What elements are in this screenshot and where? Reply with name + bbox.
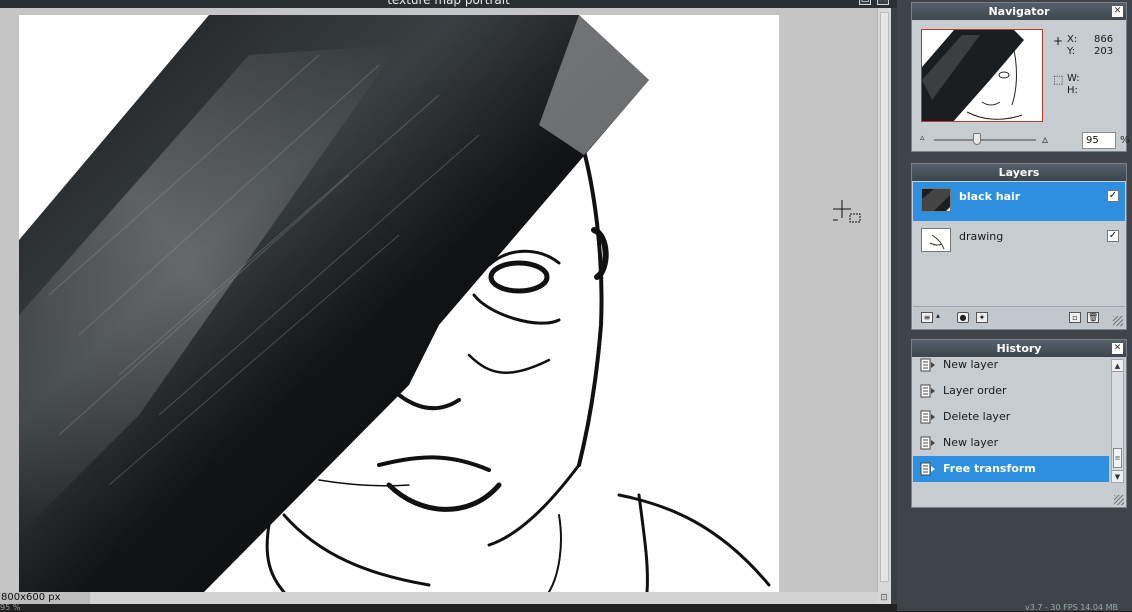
scroll-thumb[interactable] [880,12,889,582]
zoom-unit: % [1120,135,1130,146]
document-titlebar[interactable]: texture map portrait □ ✕ [0,0,897,8]
history-item-selected[interactable]: Free transform [913,456,1109,482]
history-step-icon [920,410,935,424]
zoom-controls: ▵ ▵ 95 % [920,131,1130,149]
image-canvas[interactable] [19,15,779,592]
close-button[interactable]: ✕ [877,0,889,5]
delete-layer-icon[interactable]: 🗑 [1087,312,1099,323]
history-item-label: New layer [943,358,999,371]
resize-corner[interactable]: ⊡ [877,592,891,604]
document-window: texture map portrait □ ✕ [0,0,897,611]
nav-w-label: W: [1067,73,1080,84]
scroll-up-icon[interactable]: ▲ [1112,360,1123,372]
history-item[interactable]: New layer [913,430,1109,456]
vertical-scrollbar[interactable] [877,8,891,592]
image-size-label: 800x600 px [0,592,90,604]
new-layer-icon[interactable]: ▫ [1069,312,1081,323]
layer-styles-icon[interactable]: ✦ [976,312,988,323]
history-step-icon [920,436,935,450]
zoom-slider-thumb[interactable] [972,133,981,145]
navigator-panel: Navigator ✕ + X: 866 Y: 203 ⬚ W: H: ▵ ▵ … [911,2,1130,152]
portrait-image [19,15,771,592]
scroll-down-icon[interactable]: ▼ [1112,470,1123,482]
history-panel: History ✕ New layer Layer order Delete l… [911,339,1127,508]
selection-size-icon: ⬚ [1053,73,1064,86]
nav-h-label: H: [1067,85,1078,96]
zoom-out-icon[interactable]: ▵ [920,133,925,143]
layer-settings-icon[interactable]: ≡ [921,312,933,323]
app-bottom-strip [0,604,897,611]
nav-y-label: Y: [1067,46,1076,57]
history-step-icon [920,462,935,476]
layer-thumbnail [921,228,951,252]
navigator-header[interactable]: Navigator ✕ [912,3,1126,20]
history-scrollbar[interactable]: ▲ ≡ ▼ [1111,359,1124,483]
layers-panel: Layers black hair ✓ drawing ✓ ≡ ▴ ● ✦ ▫ … [911,163,1127,330]
history-step-icon [920,358,935,372]
navigator-title: Navigator [988,5,1050,18]
dropdown-arrow-icon[interactable]: ▴ [936,311,940,320]
maximize-button[interactable]: □ [859,0,871,5]
zoom-input[interactable]: 95 [1082,132,1116,149]
history-item-label: New layer [943,436,999,449]
history-item-label: Free transform [943,462,1036,475]
layer-row-black-hair[interactable]: black hair ✓ [913,182,1125,221]
layer-name: drawing [959,230,1004,243]
layers-title: Layers [998,166,1040,179]
layer-mask-icon[interactable]: ● [957,312,969,323]
history-item-label: Delete layer [943,410,1011,423]
navigator-preview[interactable] [921,29,1043,122]
crosshair-cursor-icon [833,200,861,223]
position-crosshair-icon: + [1053,34,1064,48]
resize-grip-icon[interactable] [1113,316,1123,326]
layer-visibility-checkbox[interactable]: ✓ [1107,230,1119,242]
nav-y-value: 203 [1094,46,1114,57]
history-item[interactable]: New layer [913,352,1109,378]
panel-column: Navigator ✕ + X: 866 Y: 203 ⬚ W: H: ▵ ▵ … [897,0,1132,611]
history-step-icon [920,384,935,398]
history-item[interactable]: Delete layer [913,404,1109,430]
layer-visibility-checkbox[interactable]: ✓ [1107,190,1119,202]
layer-thumbnail [921,188,951,212]
navigator-close-icon[interactable]: ✕ [1112,6,1123,17]
status-bar [0,592,877,604]
history-item-label: Layer order [943,384,1007,397]
history-scroll-thumb[interactable]: ≡ [1113,448,1122,468]
resize-grip-icon[interactable] [1114,495,1124,505]
history-close-icon[interactable]: ✕ [1112,343,1123,354]
nav-x-value: 866 [1094,34,1114,45]
layer-name: black hair [959,190,1021,203]
layers-toolbar: ≡ ▴ ● ✦ ▫ 🗑 [913,306,1125,328]
zoom-slider-track[interactable] [934,139,1036,141]
nav-x-label: X: [1067,34,1078,45]
layer-row-drawing[interactable]: drawing ✓ [913,222,1125,261]
layers-header[interactable]: Layers [912,164,1126,181]
history-item[interactable]: Layer order [913,378,1109,404]
navigator-thumbnail-image [922,30,1024,121]
document-title: texture map portrait [387,0,510,7]
canvas-area[interactable] [0,8,877,592]
zoom-readout: 95 % [0,604,21,611]
zoom-in-icon[interactable]: ▵ [1042,132,1048,146]
